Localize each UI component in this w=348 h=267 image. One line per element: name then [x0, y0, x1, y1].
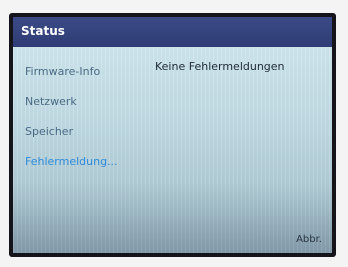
menu-item-netzwerk[interactable]: Netzwerk: [25, 95, 77, 108]
menu-item-firmware-info[interactable]: Firmware-Info: [25, 65, 100, 78]
lcd-screen: Status Firmware-Info Netzwerk Speicher F…: [9, 13, 336, 257]
device-bezel: Status Firmware-Info Netzwerk Speicher F…: [0, 0, 348, 267]
title-bar: Status: [13, 17, 332, 47]
page-title: Status: [21, 24, 65, 38]
menu-item-fehlermeldung[interactable]: Fehlermeldung...: [25, 155, 118, 168]
status-message: Keine Fehlermeldungen: [155, 60, 285, 73]
cancel-softkey[interactable]: Abbr.: [296, 234, 322, 245]
menu-item-speicher[interactable]: Speicher: [25, 125, 73, 138]
display-area: Status Firmware-Info Netzwerk Speicher F…: [13, 17, 332, 253]
